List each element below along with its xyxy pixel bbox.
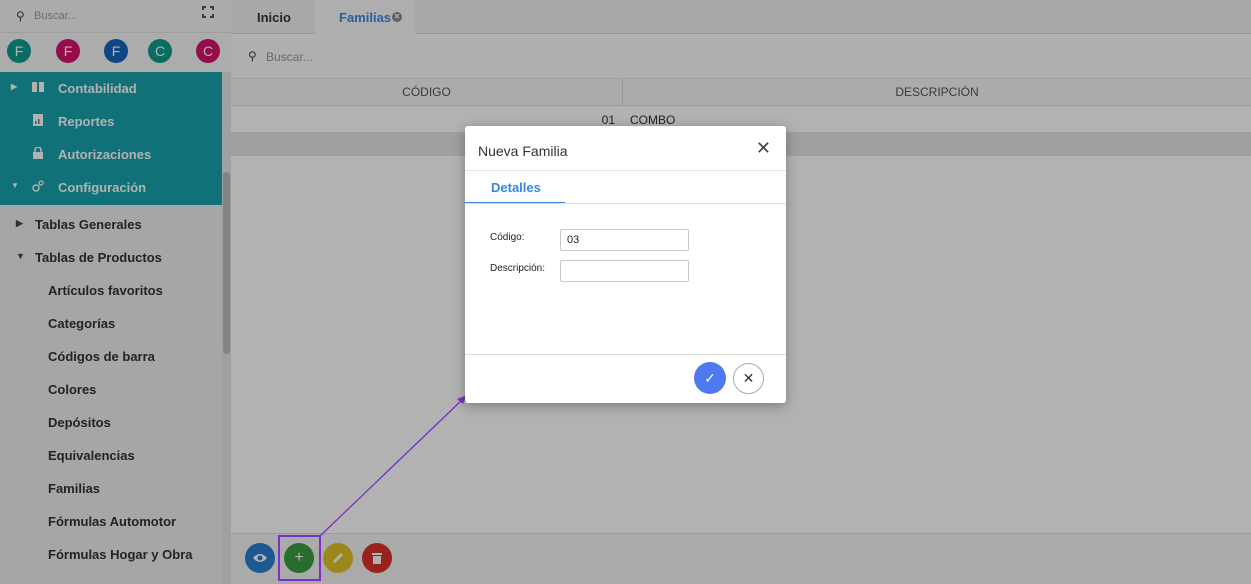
dialog-title: Nueva Familia: [478, 143, 568, 159]
description-label: Descripción:: [490, 263, 546, 274]
code-label: Código:: [490, 232, 525, 243]
close-icon[interactable]: ✕: [756, 138, 771, 159]
nueva-familia-dialog: Nueva Familia ✕ Detalles Código: 03 Desc…: [465, 126, 786, 403]
divider: [465, 203, 786, 204]
cancel-button[interactable]: ✕: [733, 363, 764, 394]
confirm-button[interactable]: ✓: [694, 362, 726, 394]
code-field[interactable]: 03: [560, 229, 689, 251]
description-field[interactable]: [560, 260, 689, 282]
close-icon: ✕: [742, 370, 755, 386]
divider: [465, 354, 786, 355]
tab-label: Detalles: [491, 180, 541, 195]
checkmark-icon: ✓: [704, 370, 716, 386]
tab-detalles[interactable]: Detalles: [465, 171, 565, 204]
